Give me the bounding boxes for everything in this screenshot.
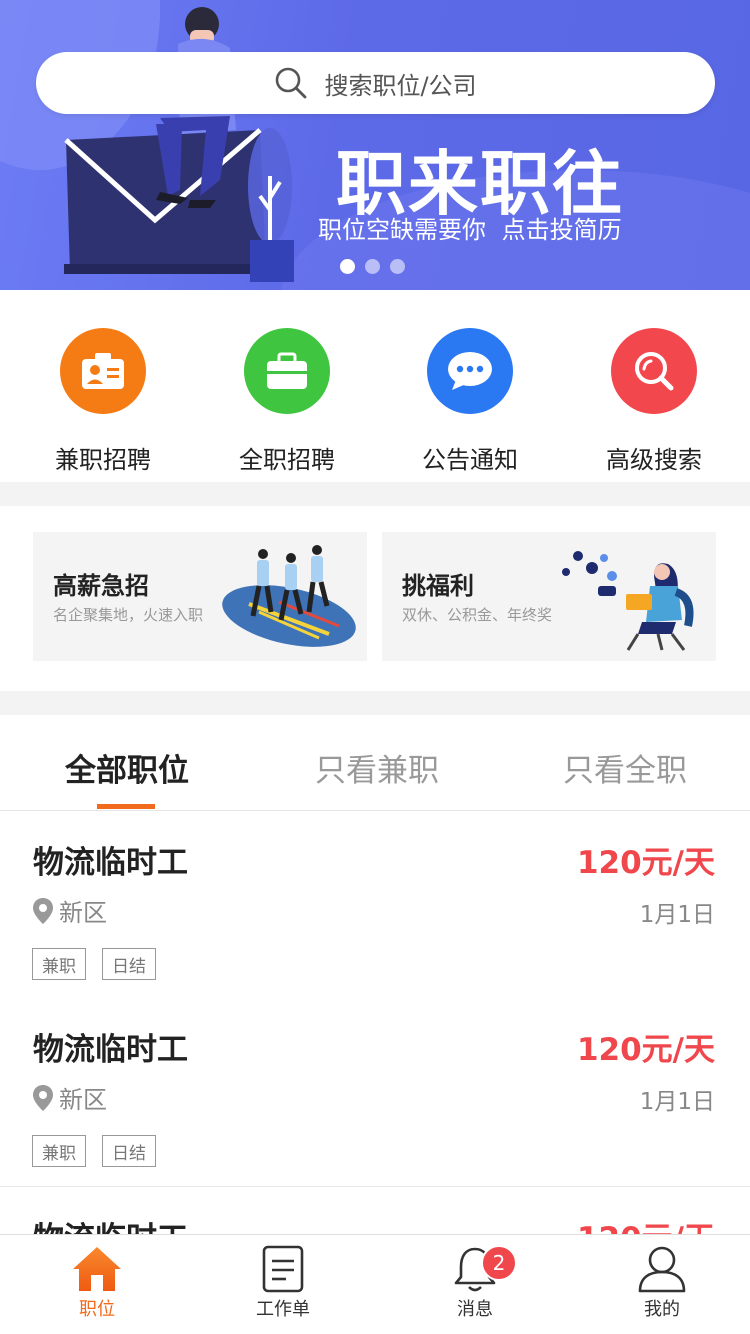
job-list-item[interactable]: 物流临时工 120元/天 新区 1月1日 兼职 日结 <box>0 998 750 1187</box>
job-tags: 兼职 日结 <box>32 1135 156 1167</box>
banner-illustration <box>64 7 294 282</box>
tab-part-time[interactable]: 只看兼职 <box>315 745 439 790</box>
bottom-navigation: 职位 工作单 2 消息 我的 <box>0 1234 750 1334</box>
promo-card-high-salary[interactable]: 高薪急招 名企聚集地，火速入职 <box>33 532 367 661</box>
promo-subtitle: 双休、公积金、年终奖 <box>402 606 553 624</box>
nav-item-jobs[interactable]: 职位 <box>37 1245 157 1321</box>
nav-label: 消息 <box>457 1299 493 1320</box>
job-tags: 兼职 日结 <box>32 948 156 980</box>
quick-item-label: 兼职招聘 <box>55 446 151 474</box>
briefcase-icon <box>244 328 330 414</box>
tab-all-jobs[interactable]: 全部职位 <box>65 745 189 790</box>
quick-menu: 兼职招聘 全职招聘 公告通知 高级搜索 <box>0 290 750 482</box>
nav-item-messages[interactable]: 2 消息 <box>415 1245 535 1321</box>
nav-item-work-orders[interactable]: 工作单 <box>223 1245 343 1321</box>
promo-title: 挑福利 <box>402 572 474 600</box>
job-location: 新区 <box>33 1080 107 1115</box>
banner-subtitle: 职位空缺需要你 点击投简历 <box>318 216 622 244</box>
active-tab-indicator <box>97 804 155 809</box>
quick-item-label: 公告通知 <box>422 446 518 474</box>
magnifier-icon <box>611 328 697 414</box>
carousel-dot[interactable] <box>365 259 380 274</box>
id-card-icon <box>60 328 146 414</box>
home-icon <box>73 1247 121 1291</box>
nav-label: 我的 <box>644 1299 680 1320</box>
section-divider <box>0 482 750 506</box>
quick-item-part-time[interactable]: 兼职招聘 <box>13 328 193 475</box>
job-filter-tabs: 全部职位 只看兼职 只看全职 <box>0 715 750 811</box>
job-salary: 120元/天 <box>576 1032 715 1068</box>
job-tag: 兼职 <box>32 948 86 980</box>
nav-item-profile[interactable]: 我的 <box>602 1245 722 1321</box>
job-tag: 日结 <box>102 1135 156 1167</box>
chat-bubble-icon <box>427 328 513 414</box>
carousel-dots <box>340 259 405 274</box>
search-icon <box>276 67 307 99</box>
document-icon <box>262 1245 304 1293</box>
job-title: 物流临时工 <box>33 1032 188 1068</box>
unread-badge: 2 <box>481 1245 517 1281</box>
carousel-dot[interactable] <box>340 259 355 274</box>
job-date: 1月1日 <box>639 902 715 928</box>
user-icon <box>638 1246 686 1293</box>
quick-item-label: 高级搜索 <box>606 446 702 474</box>
job-location: 新区 <box>33 893 107 928</box>
quick-item-label: 全职招聘 <box>239 446 335 474</box>
job-tag: 日结 <box>102 948 156 980</box>
promo-title: 高薪急招 <box>53 572 149 600</box>
job-tag: 兼职 <box>32 1135 86 1167</box>
nav-label: 工作单 <box>256 1299 310 1320</box>
location-pin-icon <box>33 1084 53 1111</box>
location-pin-icon <box>33 897 53 924</box>
quick-item-full-time[interactable]: 全职招聘 <box>197 328 377 475</box>
carousel-dot[interactable] <box>390 259 405 274</box>
search-placeholder: 搜索职位/公司 <box>324 71 477 100</box>
tab-full-time[interactable]: 只看全职 <box>563 745 687 790</box>
quick-item-advanced-search[interactable]: 高级搜索 <box>564 328 744 475</box>
search-bar[interactable]: 搜索职位/公司 <box>36 52 715 114</box>
promo-card-benefits[interactable]: 挑福利 双休、公积金、年终奖 <box>382 532 716 661</box>
job-location-text: 新区 <box>59 1086 107 1114</box>
job-location-text: 新区 <box>59 899 107 927</box>
promo-subtitle: 名企聚集地，火速入职 <box>53 606 204 624</box>
job-date: 1月1日 <box>639 1089 715 1115</box>
job-salary: 120元/天 <box>576 845 715 881</box>
office-worker-illustration <box>562 551 694 651</box>
running-people-illustration <box>222 545 356 647</box>
nav-label: 职位 <box>79 1299 115 1320</box>
quick-item-notice[interactable]: 公告通知 <box>380 328 560 475</box>
section-divider <box>0 691 750 715</box>
hero-banner[interactable]: 搜索职位/公司 职来职往 职位空缺需要你 点击投简历 <box>0 0 750 290</box>
job-title: 物流临时工 <box>33 845 188 881</box>
job-list-item[interactable]: 物流临时工 120元/天 新区 1月1日 兼职 日结 <box>0 811 750 1000</box>
